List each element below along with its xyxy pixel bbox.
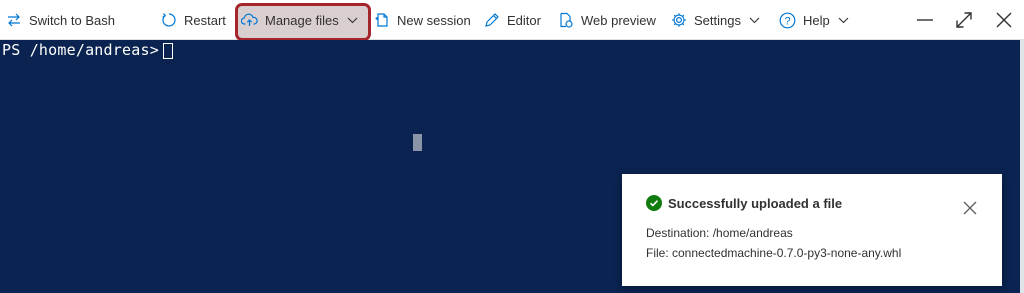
maximize-button[interactable]: [950, 6, 978, 34]
help-circle-icon: ?: [779, 12, 796, 28]
chevron-down-icon: [749, 17, 760, 23]
notification-close-button[interactable]: [960, 198, 980, 218]
close-icon: [996, 12, 1012, 28]
mouse-text-cursor: [413, 134, 422, 151]
editor-button[interactable]: Editor: [484, 0, 541, 40]
svg-text:?: ?: [784, 15, 790, 27]
restart-button[interactable]: Restart: [161, 0, 226, 40]
restart-label: Restart: [184, 12, 226, 28]
editor-label: Editor: [507, 12, 541, 28]
chevron-down-icon: [838, 17, 849, 23]
web-preview-label: Web preview: [581, 12, 656, 28]
notification-title: Successfully uploaded a file: [668, 196, 843, 211]
new-session-button[interactable]: New session: [374, 0, 471, 40]
new-session-label: New session: [397, 12, 471, 28]
switch-to-bash-button[interactable]: Switch to Bash: [6, 0, 115, 40]
terminal-cursor: [162, 43, 173, 59]
new-session-icon: [375, 13, 388, 27]
minimize-icon: [917, 19, 933, 21]
switch-to-bash-label: Switch to Bash: [29, 12, 115, 28]
minimize-button[interactable]: [911, 6, 939, 34]
web-preview-button[interactable]: Web preview: [558, 0, 656, 40]
switch-arrows-icon: [8, 13, 20, 27]
settings-label: Settings: [694, 12, 741, 28]
manage-files-button[interactable]: Manage files: [241, 0, 358, 40]
cloud-shell-toolbar: Switch to Bash Restart Manage files New …: [0, 0, 1024, 41]
close-button[interactable]: [990, 6, 1018, 34]
restart-icon: [162, 13, 176, 27]
maximize-icon: [956, 12, 972, 28]
terminal-scrollbar[interactable]: [1020, 40, 1024, 293]
manage-files-label: Manage files: [265, 12, 339, 28]
prompt-text: PS /home/andreas>: [2, 41, 159, 59]
chevron-down-icon: [347, 17, 358, 23]
close-icon: [963, 201, 977, 215]
help-label: Help: [803, 12, 830, 28]
settings-button[interactable]: Settings: [671, 0, 760, 40]
web-preview-icon: [560, 12, 573, 28]
notification-destination: Destination: /home/andreas: [646, 226, 793, 240]
help-button[interactable]: ? Help: [779, 0, 849, 40]
terminal-prompt-line: PS /home/andreas>: [2, 41, 173, 59]
cloud-upload-icon: [241, 13, 258, 26]
pencil-icon: [485, 13, 499, 27]
notification-file: File: connectedmachine-0.7.0-py3-none-an…: [646, 246, 902, 260]
upload-notification: Successfully uploaded a file Destination…: [622, 174, 1002, 286]
success-check-icon: [646, 195, 662, 211]
gear-icon: [672, 13, 686, 27]
